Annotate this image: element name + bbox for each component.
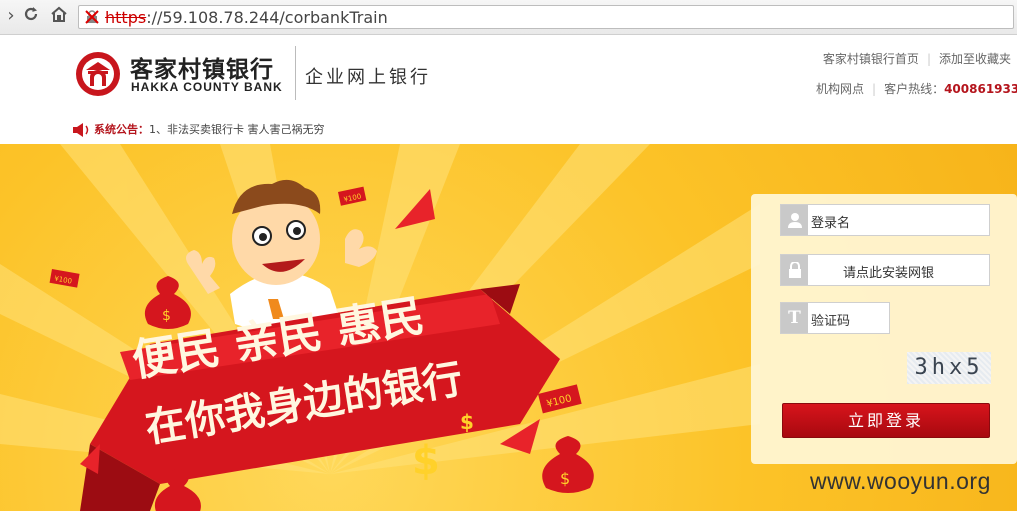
branches-link[interactable]: 机构网点 [816,82,864,96]
browser-toolbar: › https://59.108.78.244/corbankTrain [0,0,1017,35]
logo-divider [295,46,296,100]
top-links-row2: 机构网点|客户热线：4008619333 [816,80,1017,97]
dollar-icon: $ [460,410,474,434]
password-field[interactable]: 请点此安装网银 [780,254,990,286]
bookmark-link[interactable]: 添加至收藏夹 [939,52,1011,66]
svg-text:$: $ [162,308,171,324]
captcha-placeholder: 验证码 [811,314,851,329]
bank-name-cn: 客家村镇银行 [130,57,274,83]
service-title: 企业网上银行 [305,67,431,88]
red-envelope-icon: ¥100 [338,186,367,206]
hotline-label: 客户热线： [884,82,945,96]
lock-icon [781,255,808,285]
broken-lock-icon [85,10,99,24]
url-text: https://59.108.78.244/corbankTrain [105,8,388,27]
install-ebank-prompt[interactable]: 请点此安装网银 [843,262,934,281]
address-bar[interactable]: https://59.108.78.244/corbankTrain [78,5,1014,29]
back-icon[interactable]: › [0,5,22,27]
red-envelope-icon: ¥100 [538,384,582,414]
captcha-input[interactable]: T 验证码 [780,302,890,334]
reload-icon[interactable] [20,5,42,27]
site-header: 客家村镇银行 HAKKA COUNTY BANK 企业网上银行 客家村镇银行首页… [0,36,1017,144]
home-icon[interactable] [48,5,70,27]
text-icon: T [781,303,808,333]
speaker-icon [73,123,89,137]
user-icon [781,205,808,235]
top-links: 客家村镇银行首页 | 添加至收藏夹 [822,52,1011,66]
hotline-number: 4008619333 [944,82,1017,96]
promo-banner: 便民 亲民 惠民 在你我身边的银行 $ $ $ $ ¥100 ¥100 ¥100 [0,144,1017,511]
login-panel: 登录名 请点此安装网银 T 验证码 3hx5 立即登录 [751,194,1017,464]
captcha-image[interactable]: 3hx5 [907,352,991,384]
notice-title: 系统公告： [94,123,149,136]
bank-logo-icon[interactable] [74,50,122,98]
system-notice: 系统公告：1、非法买卖银行卡 害人害己祸无穷 [72,121,325,137]
login-button[interactable]: 立即登录 [782,403,990,438]
svg-text:$: $ [560,469,570,488]
watermark: www.wooyun.org [810,468,991,494]
username-placeholder: 登录名 [811,216,851,231]
dollar-icon: $ [412,438,440,484]
home-link[interactable]: 客家村镇银行首页 [823,52,919,66]
bank-name-en: HAKKA COUNTY BANK [131,80,283,94]
username-field[interactable]: 登录名 [780,204,990,236]
red-envelope-icon: ¥100 [49,269,80,288]
notice-text[interactable]: 1、非法买卖银行卡 害人害己祸无穷 [149,123,325,136]
